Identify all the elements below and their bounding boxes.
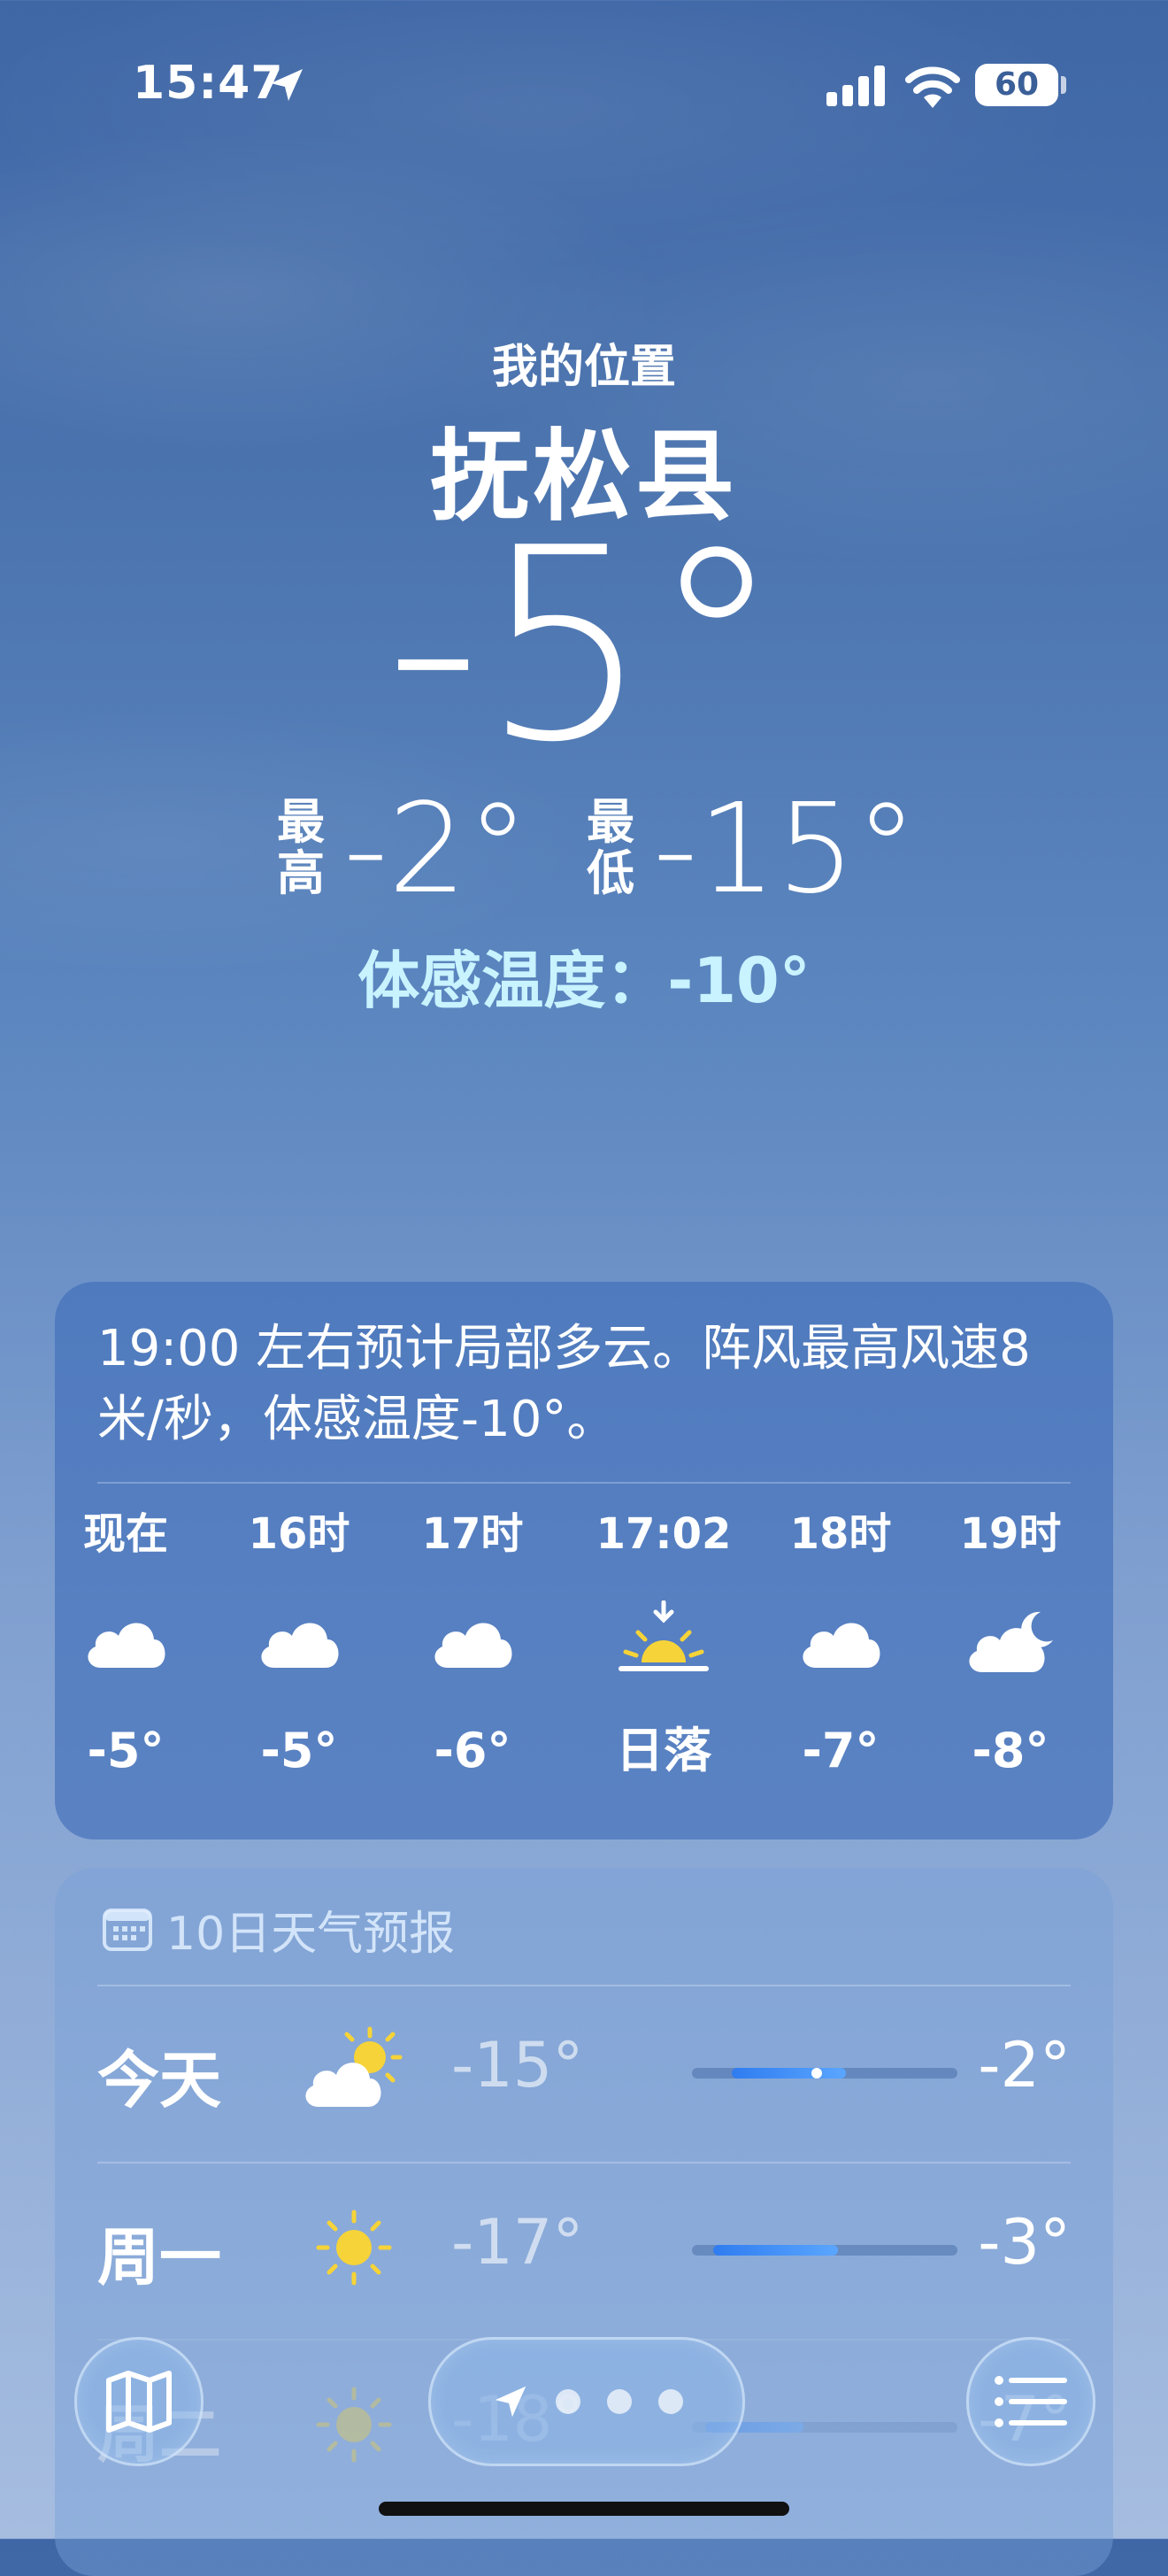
cloud-icon [803, 1623, 880, 1668]
hour-temperature: -5° [87, 1723, 165, 1778]
low-label: 最低 [587, 794, 634, 901]
home-indicator [379, 2502, 789, 2516]
hour-temperature: -7° [802, 1723, 880, 1778]
page-dot [607, 2389, 632, 2414]
hour-label: 17:02 [596, 1509, 732, 1559]
cloud-icon [88, 1623, 165, 1668]
high-temperature: -2° [343, 777, 529, 922]
map-button[interactable] [74, 2337, 204, 2466]
hour-item: 16时 -5° [228, 1503, 370, 1786]
high-label: 最高 [277, 794, 325, 901]
forecast-low: -17° [451, 2206, 584, 2279]
calendar-icon [103, 1909, 152, 1951]
cloud-icon [261, 1623, 339, 1668]
temperature-range-fill [713, 2245, 838, 2256]
location-arrow-icon [495, 2386, 526, 2418]
page-dot [658, 2389, 683, 2414]
page-dot [556, 2389, 580, 2414]
current-temperature-dot [811, 2068, 822, 2079]
hour-item: 18时 -7° [770, 1503, 911, 1786]
forecast-day: 今天 [97, 2044, 221, 2117]
forecast-high: -3° [978, 2206, 1071, 2279]
high-low-temperatures: 最高 -2° 最低 -15° [0, 788, 1168, 912]
hour-item: 17时 -6° [402, 1503, 543, 1786]
divider [97, 1482, 1071, 1484]
forecast-low: -15° [451, 2029, 584, 2102]
hour-temperature: -8° [972, 1723, 1049, 1778]
hour-temperature: 日落 [616, 1723, 711, 1778]
forecast-high: -2° [978, 2029, 1071, 2102]
forecast-title: 10日天气预报 [103, 1898, 456, 1961]
hour-temperature: -5° [260, 1723, 338, 1778]
hour-temperature: -6° [434, 1723, 511, 1778]
feels-like-temperature: 体感温度：-10° [357, 945, 811, 1017]
forecast-row: 周一 -17° -3° [97, 2162, 1071, 2341]
battery-cap [1061, 76, 1066, 94]
hour-item: 现在 -5° [55, 1503, 196, 1786]
cloud-icon [434, 1623, 512, 1668]
page-indicator[interactable] [428, 2337, 745, 2466]
hour-label: 16时 [248, 1509, 350, 1559]
temperature-range-bar [692, 2068, 957, 2079]
hour-item: 19时 -8° [940, 1503, 1081, 1786]
hour-label: 现在 [82, 1509, 168, 1559]
list-icon [995, 2376, 1067, 2427]
forecast-day: 周一 [97, 2221, 221, 2294]
map-icon [106, 2371, 172, 2433]
forecast-row: 今天 -15° -2° [97, 1985, 1071, 2163]
weather-description: 19:00 左右预计局部多云。阵风最高风速8 米/秒，体感温度-10°。 [97, 1320, 1031, 1448]
hourly-forecast-card[interactable]: 19:00 左右预计局部多云。阵风最高风速8 米/秒，体感温度-10°。 现在 … [55, 1282, 1113, 1839]
battery-indicator: 60 [975, 64, 1058, 106]
forecast-title-text: 10日天气预报 [166, 1907, 456, 1961]
temperature-range-fill [732, 2068, 846, 2079]
hour-item: 17:02 日落 [575, 1503, 752, 1786]
partly-sunny-icon [305, 2026, 403, 2107]
sun-icon [316, 2387, 392, 2463]
ten-day-forecast-card[interactable]: 10日天气预报 今天 -15° -2° 周一 -17° -3° 周二 -18° … [55, 1868, 1113, 2576]
location-subtitle: 我的位置 [491, 341, 676, 394]
location-arrow-icon [271, 69, 303, 101]
low-temperature: -15° [653, 777, 918, 922]
sunset-icon [619, 1600, 709, 1671]
temperature-range-bar [692, 2245, 957, 2256]
hour-label: 19时 [959, 1509, 1062, 1559]
status-bar: 15:47 60 [0, 53, 1168, 115]
cloud-moon-icon [969, 1611, 1053, 1672]
wifi-icon [905, 66, 960, 108]
hour-label: 17时 [421, 1509, 524, 1559]
current-temperature: -5° [385, 491, 783, 800]
cellular-signal-icon [826, 66, 885, 106]
city-list-button[interactable] [966, 2337, 1095, 2466]
sun-icon [316, 2210, 392, 2286]
status-time: 15:47 [133, 57, 284, 110]
hour-label: 18时 [789, 1509, 892, 1559]
